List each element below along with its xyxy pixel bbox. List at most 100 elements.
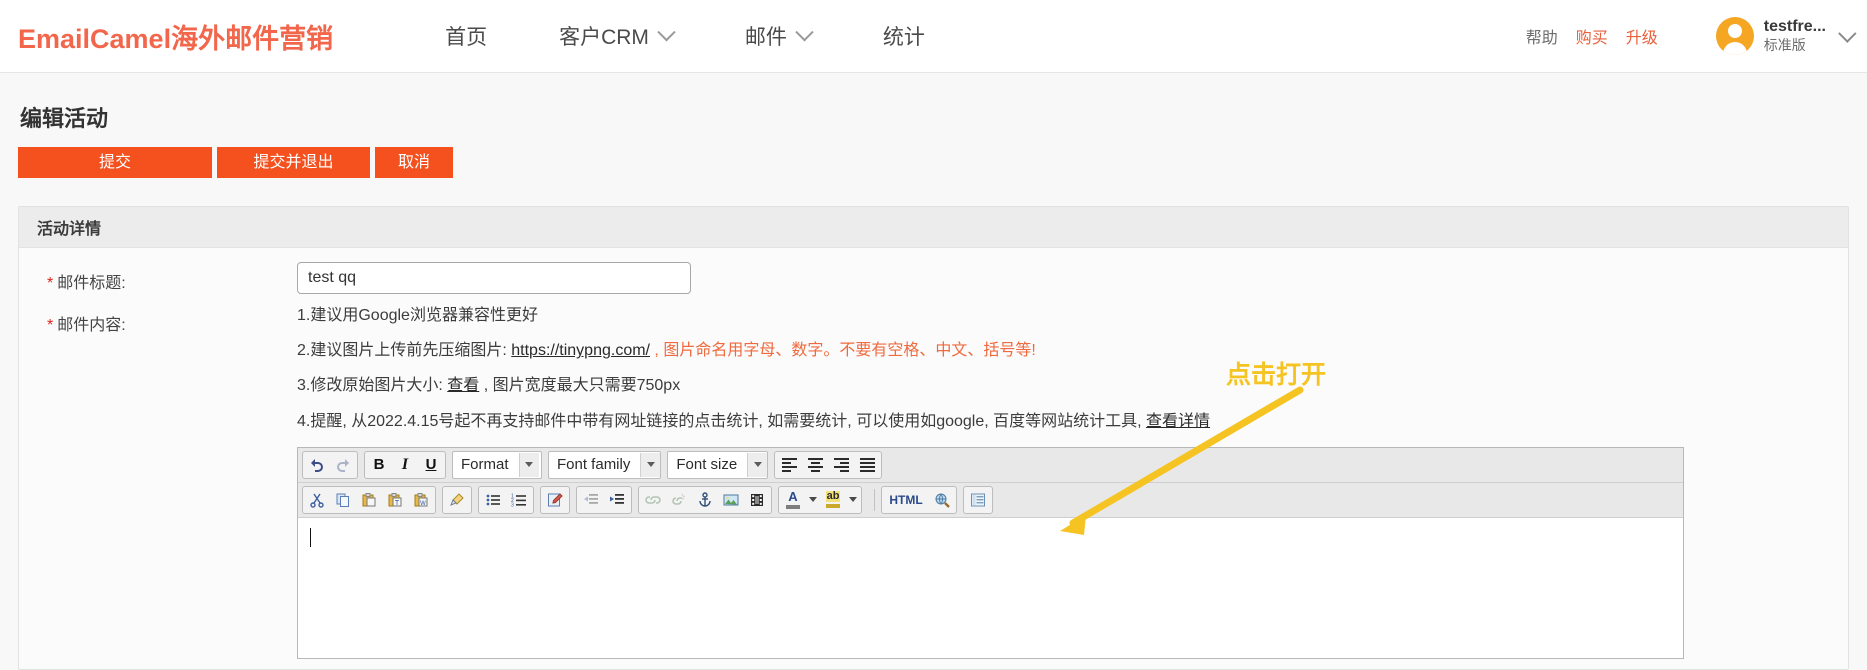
upgrade-link[interactable]: 升级	[1626, 24, 1658, 48]
link-icon[interactable]	[640, 488, 666, 512]
outdent-icon[interactable]	[578, 488, 604, 512]
align-center-icon[interactable]	[802, 453, 828, 477]
numbered-list-icon[interactable]: 123	[506, 488, 532, 512]
user-plan: 标准版	[1763, 37, 1806, 54]
chevron-down-icon	[1838, 23, 1857, 43]
bold-button[interactable]: B	[366, 453, 392, 477]
panel-title: 活动详情	[37, 221, 102, 238]
backcolor-label: ab	[825, 490, 841, 503]
view-image-size-link[interactable]: 查看	[447, 377, 479, 394]
subject-field-wrapper	[297, 262, 1848, 294]
image-icon[interactable]	[718, 488, 744, 512]
align-left-icon[interactable]	[776, 453, 802, 477]
indent-group	[576, 485, 632, 514]
forecolor-label: A	[788, 489, 798, 505]
svg-text:W: W	[420, 501, 426, 507]
align-right-icon[interactable]	[828, 453, 854, 477]
align-justify-icon[interactable]	[854, 453, 880, 477]
tip-line-4: 4.提醒, 从2022.4.15号起不再支持邮件中带有网址链接的点击统计, 如需…	[297, 412, 1848, 431]
media-icon[interactable]	[744, 488, 770, 512]
avatar	[1715, 17, 1754, 55]
underline-button[interactable]: U	[418, 453, 444, 477]
svg-text:3: 3	[511, 502, 514, 508]
nav-item-crm[interactable]: 客户CRM	[559, 21, 676, 51]
chevron-down-icon	[657, 22, 676, 41]
submit-and-exit-button[interactable]: 提交并退出	[217, 147, 370, 178]
page-title: 编辑活动	[20, 106, 109, 131]
chevron-down-icon	[518, 452, 539, 477]
tip-line-1: 1.建议用Google浏览器兼容性更好	[297, 307, 538, 324]
html-source-button[interactable]: HTML	[883, 488, 929, 512]
list-group: 123	[478, 485, 534, 514]
paste-as-text-icon[interactable]: T	[382, 488, 408, 512]
nav-item-stats-label: 统计	[882, 26, 925, 49]
indent-icon[interactable]	[604, 488, 630, 512]
tip-line-2-suffix: , 图片命名用字母、数字。不要有空格、中文、括号等!	[649, 342, 1036, 360]
forecolor-dropdown-icon[interactable]	[806, 488, 820, 512]
color-group: A ab	[778, 485, 862, 514]
required-marker: *	[47, 275, 54, 292]
editor-content-area[interactable]	[298, 517, 1683, 658]
user-menu[interactable]: testfre... 标准版	[1715, 17, 1857, 55]
copy-icon[interactable]	[330, 488, 356, 512]
rich-text-editor: B I U Format Font family Font size T W 1…	[297, 446, 1684, 659]
cut-icon[interactable]	[304, 488, 330, 512]
format-select-value: Format	[461, 456, 509, 474]
unlink-icon[interactable]	[666, 488, 692, 512]
subject-input[interactable]	[297, 262, 691, 294]
subject-row: * 邮件标题:	[19, 262, 1848, 294]
svg-text:T: T	[395, 500, 400, 507]
bold-label: B	[373, 456, 385, 474]
tip-line-4-prefix: 4.提醒, 从2022.4.15号起不再支持邮件中带有网址链接的点击统计, 如需…	[297, 412, 1147, 430]
template-icon[interactable]	[965, 488, 991, 512]
font-size-select[interactable]: Font size	[667, 450, 769, 479]
tinypng-link[interactable]: https://tinypng.com/	[511, 342, 650, 359]
text-style-group: B I U	[364, 450, 446, 479]
brand-logo[interactable]: EmailCamel海外邮件营销	[18, 17, 333, 56]
preview-icon[interactable]	[929, 488, 955, 512]
campaign-details-panel: 活动详情 *邮件标题: *邮件内容: 1.建议用Google浏览器兼	[18, 206, 1849, 670]
content-field-wrapper: 1.建议用Google浏览器兼容性更好 2.建议图片上传前先压缩图片: http…	[297, 304, 1848, 659]
content-row: * 邮件内容: 1.建议用Google浏览器兼容性更好 2.建议图片上传前先压缩图…	[19, 304, 1848, 659]
undo-icon[interactable]	[304, 453, 330, 477]
cleanup-group	[442, 485, 472, 514]
required-marker: *	[47, 317, 54, 334]
backcolor-dropdown-icon[interactable]	[846, 488, 860, 512]
submit-button[interactable]: 提交	[18, 147, 212, 178]
font-family-select[interactable]: Font family	[548, 450, 662, 479]
redo-icon[interactable]	[330, 453, 356, 477]
buy-link[interactable]: 购买	[1576, 24, 1608, 48]
paste-icon[interactable]	[356, 488, 382, 512]
anchor-icon[interactable]	[692, 488, 718, 512]
history-group	[302, 450, 358, 479]
bullet-list-icon[interactable]	[480, 488, 506, 512]
alignment-group	[774, 450, 883, 479]
format-select[interactable]: Format	[452, 450, 542, 479]
paste-from-word-icon[interactable]: W	[408, 488, 434, 512]
italic-button[interactable]: I	[392, 453, 418, 477]
top-navigation-bar: EmailCamel海外邮件营销 首页 客户CRM 邮件 统计 帮助 购买 升级…	[0, 0, 1867, 73]
font-size-select-value: Font size	[676, 456, 738, 474]
cleanup-icon[interactable]	[444, 488, 470, 512]
nav-item-crm-label: 客户CRM	[559, 26, 649, 49]
cancel-button[interactable]: 取消	[375, 147, 453, 178]
nav-item-mail[interactable]: 邮件	[745, 21, 814, 51]
editor-toolbar-row-1: B I U Format Font family Font size	[298, 447, 1683, 483]
nav-item-home-label: 首页	[445, 26, 488, 49]
tips-list: 1.建议用Google浏览器兼容性更好 2.建议图片上传前先压缩图片: http…	[297, 306, 1848, 431]
nav-item-stats[interactable]: 统计	[883, 21, 925, 51]
content-label: * 邮件内容:	[19, 304, 297, 659]
view-details-link[interactable]: 查看详情	[1146, 413, 1210, 430]
help-link[interactable]: 帮助	[1526, 24, 1558, 48]
tip-line-3-prefix: 3.修改原始图片大小:	[297, 377, 448, 395]
link-group	[638, 485, 772, 514]
edit-icon[interactable]	[542, 488, 568, 512]
nav-item-home[interactable]: 首页	[445, 21, 487, 51]
text-caret	[310, 527, 311, 547]
font-family-select-value: Font family	[557, 456, 631, 474]
top-right-area: 帮助 购买 升级 testfre... 标准版	[1526, 0, 1857, 72]
chevron-down-icon	[795, 22, 814, 41]
panel-body: *邮件标题: *邮件内容: 1.建议用Google浏览器兼容性更好 2.建议图片…	[19, 248, 1848, 659]
forecolor-button[interactable]: A	[780, 488, 806, 512]
backcolor-button[interactable]: ab	[820, 488, 846, 512]
